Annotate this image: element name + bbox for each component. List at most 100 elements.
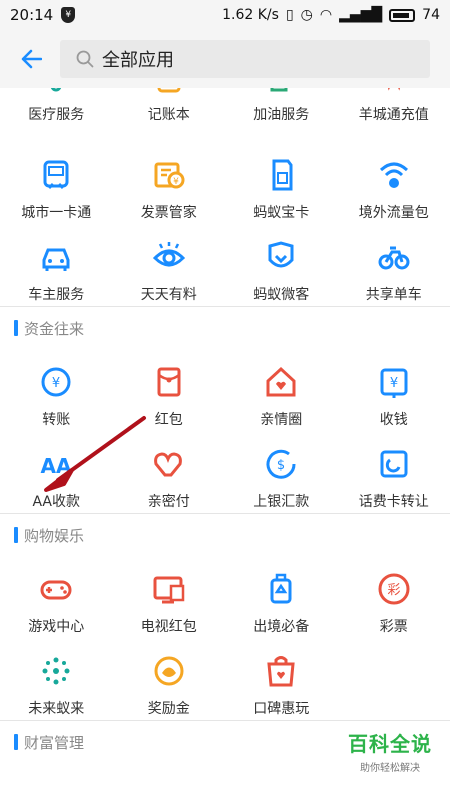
battery-icon [389,8,416,22]
wifi-icon: ◠ [319,7,333,23]
intimate-pay-icon [152,447,186,481]
car-icon [39,240,73,274]
section-title: 购物娱乐 [24,526,85,545]
app-item-medical[interactable]: 医疗服务 [0,88,113,142]
family-icon [264,365,298,399]
app-item-receive-money[interactable]: ¥ 收钱 [338,349,450,431]
svg-text:¥: ¥ [390,376,398,391]
app-item-weike[interactable]: 蚂蚁微客 [225,224,338,306]
section-marker [14,320,18,336]
invoice-icon: ¥ [152,158,186,192]
search-icon [76,50,94,68]
reward-icon [152,654,186,688]
section-marker [14,527,18,543]
app-item-luggage[interactable]: 出境必备 [225,556,338,638]
app-item-label: 奖励金 [147,701,190,717]
network-speed: 1.62 K/s [222,7,279,23]
section-marker [14,734,18,750]
section-header-shopping: 购物娱乐 [0,514,450,556]
app-item-transfer[interactable]: ¥ 转账 [0,349,113,431]
alarm-icon: ◷ [300,7,313,23]
app-item-label: 红包 [154,412,183,428]
fuel-icon [264,88,298,94]
game-icon [39,572,73,606]
app-item-family[interactable]: 亲情圈 [225,349,338,431]
app-item-global-data[interactable]: 境外流量包 [338,142,450,224]
bike-icon [377,240,411,274]
app-list[interactable]: 医疗服务 记账本 加油服务 羊城通充值城市一卡通 ¥ 发票管家 蚂蚁宝卡 境外流量包车主服务 天… [0,88,450,800]
app-header: 全部应用 [0,30,450,88]
app-item-car[interactable]: 车主服务 [0,224,113,306]
app-item-label: 蚂蚁微客 [253,287,310,303]
app-item-label: 转账 [42,412,71,428]
app-item-label: 彩票 [379,619,408,635]
app-item-ledger[interactable]: 记账本 [113,88,226,142]
app-item-koubei[interactable]: 口碑惠玩 [225,638,338,720]
svg-text:¥: ¥ [52,376,60,391]
app-item-label: 口碑惠玩 [253,701,310,717]
app-item-label: AA收款 [32,494,81,510]
app-grid-services: 医疗服务 记账本 加油服务 羊城通充值城市一卡通 ¥ 发票管家 蚂蚁宝卡 境外流量包车主服务 天… [0,88,450,306]
section-title: 资金往来 [24,319,85,338]
app-item-label: 游戏中心 [28,619,85,635]
app-item-label: 羊城通充值 [358,107,429,123]
app-item-label: 蚂蚁宝卡 [253,205,310,221]
search-bar[interactable]: 全部应用 [60,40,430,78]
future-icon [39,654,73,688]
app-grid-funds: ¥ 转账 红包 亲情圈 ¥ 收钱 AA AA收款 亲密付 $ 上银汇款 话费卡转让 [0,349,450,513]
app-item-eye[interactable]: 天天有料 [113,224,226,306]
back-arrow-icon [21,49,42,69]
app-item-lottery[interactable]: 彩彩票 [338,556,450,638]
app-item-sim-card[interactable]: 蚂蚁宝卡 [225,142,338,224]
app-item-aa[interactable]: AA AA收款 [0,431,113,513]
app-item-reward[interactable]: 奖励金 [113,638,226,720]
app-item-red-packet[interactable]: 红包 [113,349,226,431]
app-item-tv[interactable]: 电视红包 [113,556,226,638]
app-item-label: 上银汇款 [253,494,310,510]
section-header-funds: 资金往来 [0,307,450,349]
app-item-label: 车主服务 [28,287,85,303]
app-item-game[interactable]: 游戏中心 [0,556,113,638]
status-time: 20:14 [10,6,54,24]
app-item-phone-card[interactable]: 话费卡转让 [338,431,450,513]
status-bar: 20:14 ¥ 1.62 K/s ▯ ◷ ◠ ▂▄▆█ 74 [0,0,450,30]
app-item-label: 亲密付 [147,494,190,510]
app-item-label: 发票管家 [140,205,197,221]
shield-icon: ¥ [61,7,76,23]
app-item-city-card[interactable]: 城市一卡通 [0,142,113,224]
global-data-icon [377,158,411,192]
luggage-icon [264,572,298,606]
app-item-label: 出境必备 [253,619,310,635]
section-title: 财富管理 [24,733,85,752]
tv-icon [152,572,186,606]
app-item-label: 记账本 [147,107,190,123]
medical-icon [39,88,73,94]
app-item-future[interactable]: 未来蚁来 [0,638,113,720]
lottery-icon: 彩 [377,572,411,606]
watermark-title: 百科全说 [348,732,432,756]
app-item-label: 城市一卡通 [21,205,92,221]
svg-text:¥: ¥ [173,177,179,187]
svg-text:AA: AA [41,454,72,478]
app-item-label: 共享单车 [365,287,422,303]
app-item-label: 亲情圈 [260,412,303,428]
app-item-yangchengtong[interactable]: 羊城通充值 [338,88,450,142]
koubei-icon [264,654,298,688]
app-item-fuel[interactable]: 加油服务 [225,88,338,142]
battery-level: 74 [422,7,440,23]
app-item-invoice[interactable]: ¥ 发票管家 [113,142,226,224]
app-item-label: 加油服务 [253,107,310,123]
eye-icon [152,240,186,274]
page-title: 全部应用 [102,50,174,71]
svg-text:彩: 彩 [387,583,400,598]
watermark: 百科全说 助你轻松解决 [348,728,432,774]
watermark-subtitle: 助你轻松解决 [360,763,420,774]
back-button[interactable] [16,44,46,74]
app-item-intimate-pay[interactable]: 亲密付 [113,431,226,513]
app-item-bike[interactable]: 共享单车 [338,224,450,306]
receive-money-icon: ¥ [377,365,411,399]
yangchengtong-icon [377,88,411,94]
red-packet-icon [152,365,186,399]
city-card-icon [39,158,73,192]
app-item-remittance[interactable]: $ 上银汇款 [225,431,338,513]
